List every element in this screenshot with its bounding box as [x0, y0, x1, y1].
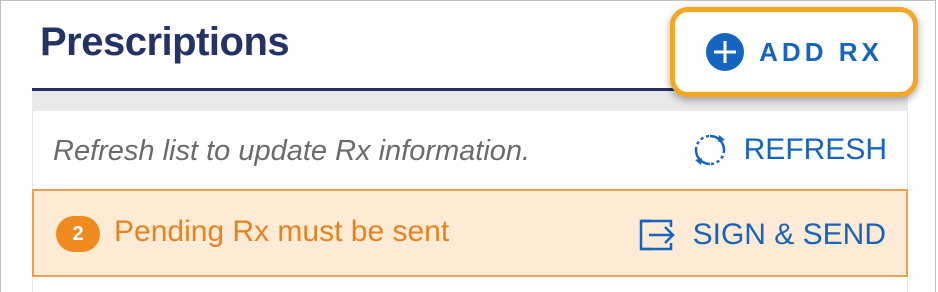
- pending-rx-bar: 2 Pending Rx must be sent SIGN & SEND: [32, 189, 908, 277]
- list-continuation: [32, 277, 908, 292]
- add-rx-label: ADD RX: [759, 36, 883, 67]
- add-rx-button[interactable]: ADD RX: [670, 7, 918, 97]
- pending-count-badge: 2: [56, 216, 100, 252]
- pending-message: Pending Rx must be sent: [114, 215, 450, 248]
- page-title: Prescriptions: [40, 20, 290, 64]
- sign-and-send-label: SIGN & SEND: [692, 218, 886, 251]
- refresh-icon: [694, 134, 725, 166]
- plus-circle-icon: [706, 33, 745, 71]
- sign-and-send-button[interactable]: SIGN & SEND: [637, 215, 886, 255]
- refresh-label: REFRESH: [743, 133, 887, 166]
- refresh-bar: Refresh list to update Rx information. R…: [32, 111, 908, 189]
- send-arrow-icon: [639, 219, 675, 251]
- refresh-message: Refresh list to update Rx information.: [53, 135, 531, 167]
- refresh-button[interactable]: REFRESH: [692, 132, 887, 168]
